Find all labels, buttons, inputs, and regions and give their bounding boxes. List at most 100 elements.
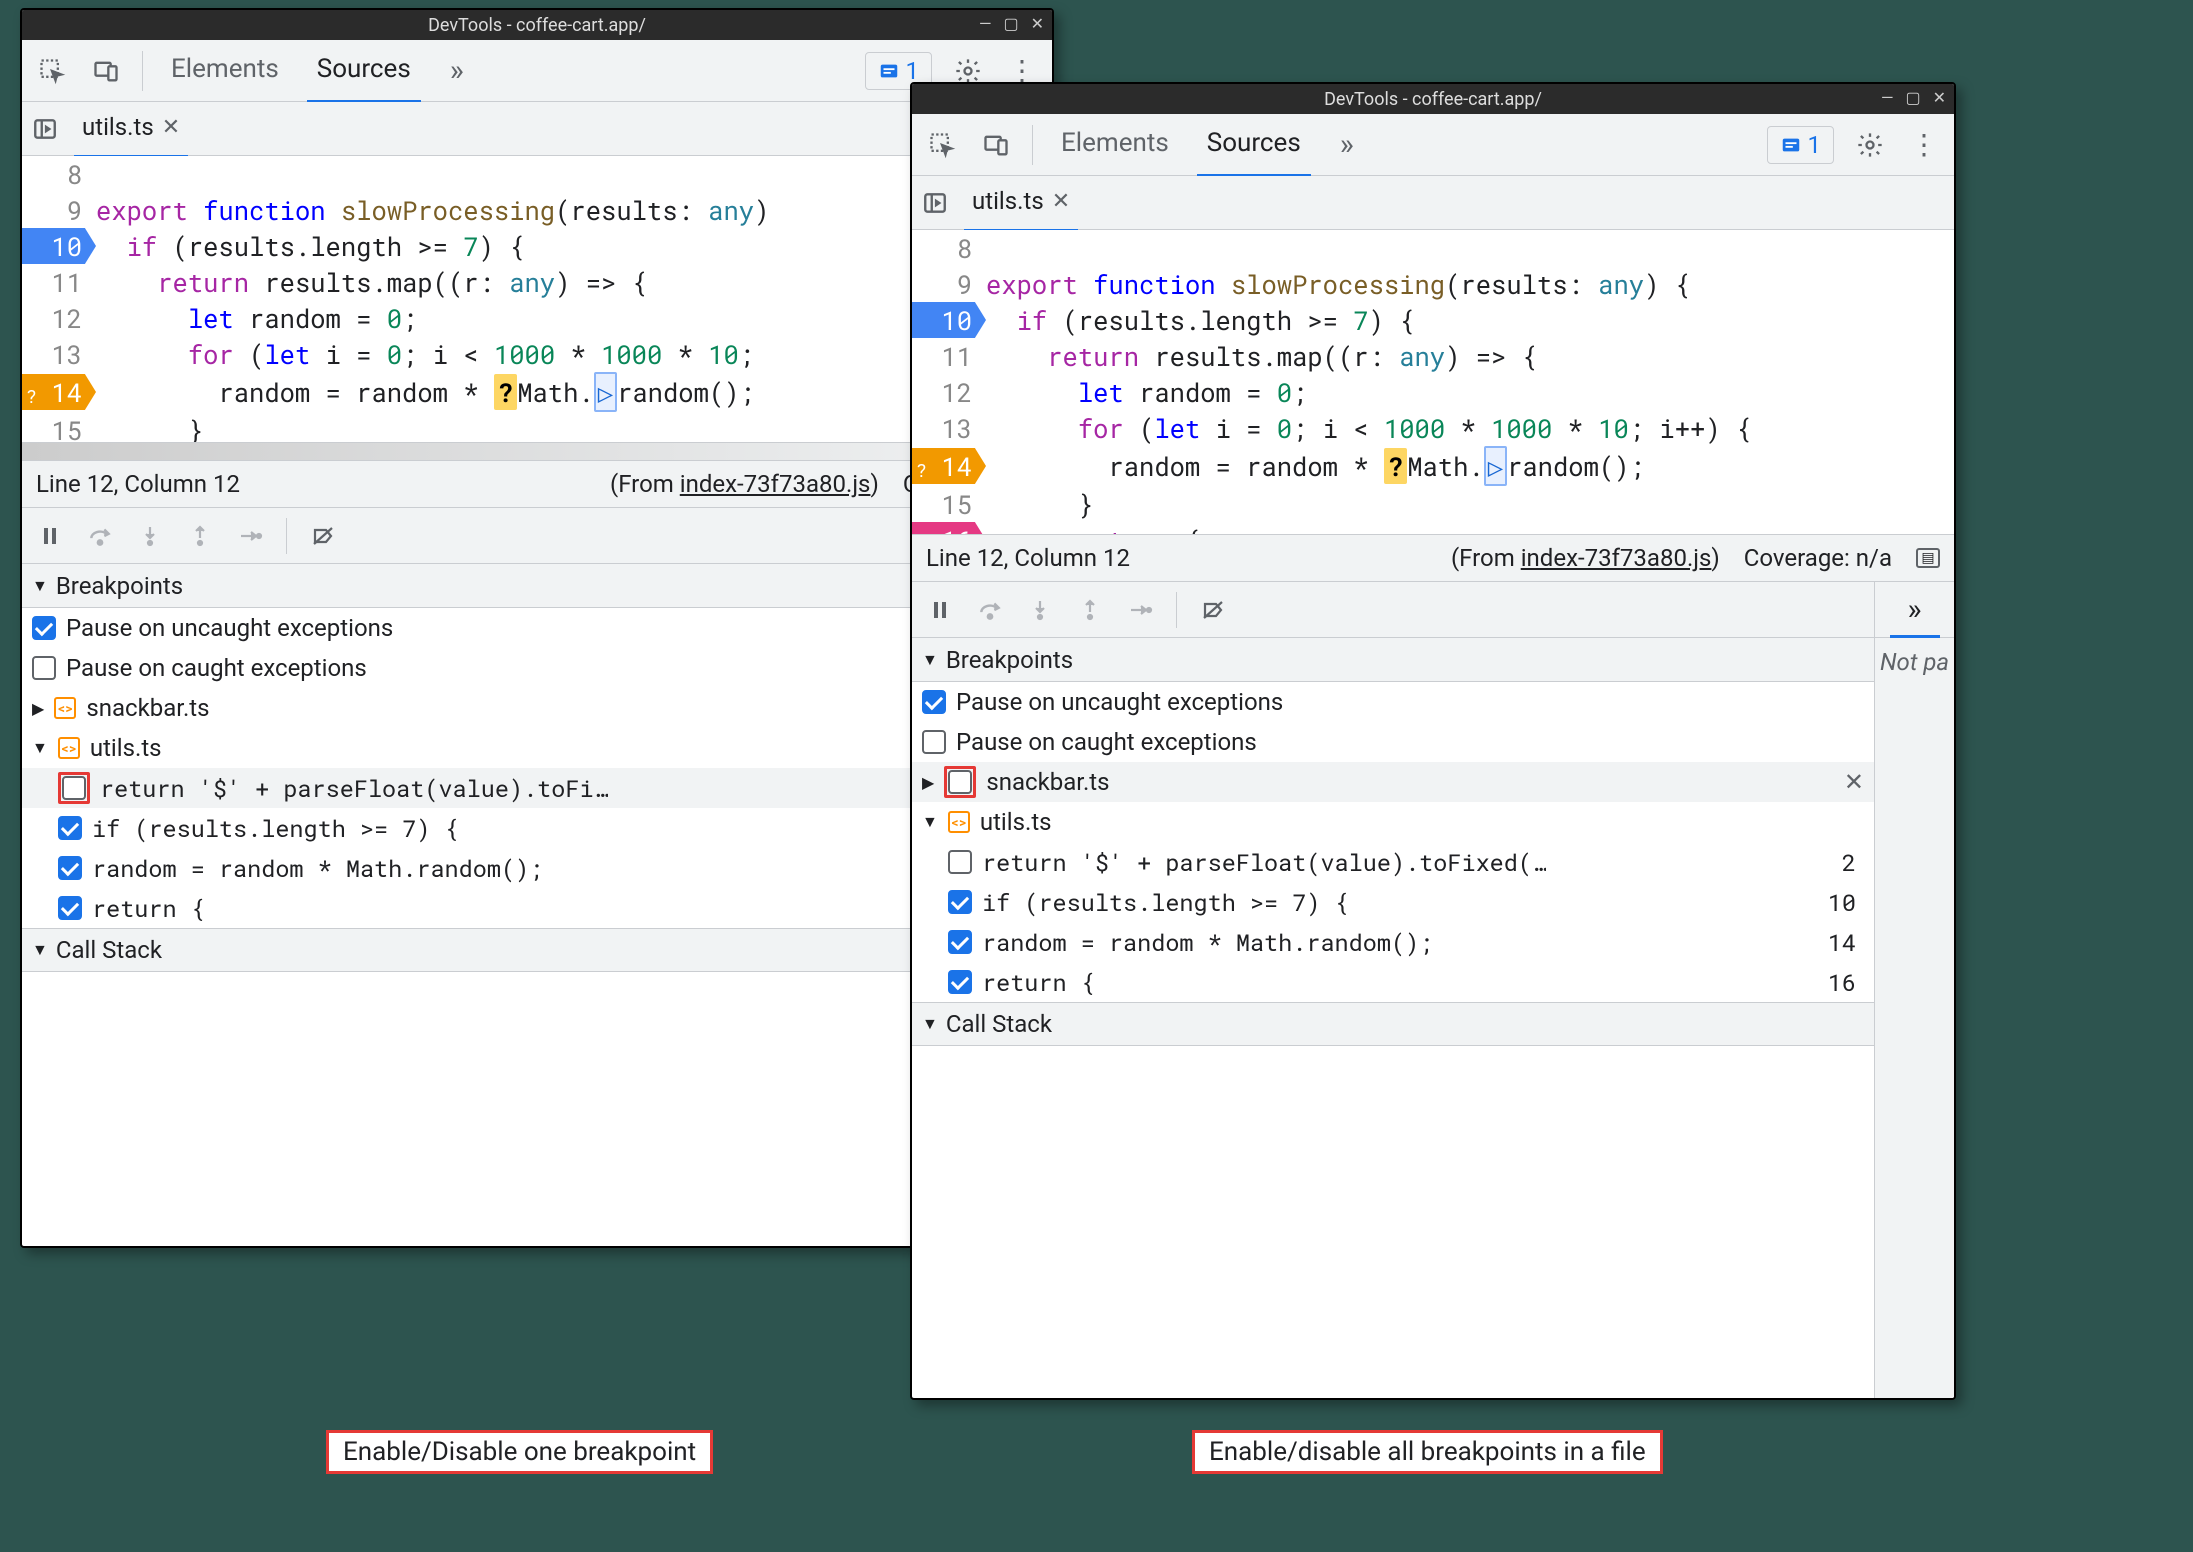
pause-uncaught-label: Pause on uncaught exceptions — [956, 688, 1283, 716]
breakpoint-item[interactable]: if (results.length >= 7) { 10 — [22, 808, 1052, 848]
checkbox[interactable] — [922, 690, 946, 714]
device-toggle-icon[interactable] — [88, 53, 124, 89]
checkbox[interactable] — [948, 770, 972, 794]
inspect-icon[interactable] — [924, 127, 960, 163]
source-map-link[interactable]: index-73f73a80.js — [680, 470, 871, 498]
step-over-icon[interactable] — [976, 596, 1004, 624]
remove-icon[interactable]: ✕ — [1844, 768, 1864, 796]
inline-hint-icon: ? — [1384, 448, 1407, 484]
minimize-icon[interactable]: — — [1881, 88, 1894, 107]
chevron-down-icon: ▼ — [922, 650, 938, 670]
checkbox[interactable] — [948, 850, 972, 874]
pause-caught-row[interactable]: Pause on caught exceptions — [912, 722, 1874, 762]
close-tab-icon[interactable]: ✕ — [1052, 189, 1070, 214]
more-tabs-icon[interactable]: » — [439, 53, 475, 89]
checkbox[interactable] — [58, 856, 82, 880]
breakpoint-item[interactable]: return { 16 — [22, 888, 1052, 928]
step-icon[interactable] — [236, 522, 264, 550]
checkbox[interactable] — [32, 616, 56, 640]
checkbox[interactable] — [922, 730, 946, 754]
breakpoint-file-snackbar[interactable]: ▶ snackbar.ts ✕ — [912, 762, 1874, 802]
from-prefix: (From — [610, 470, 680, 498]
maximize-icon[interactable]: ▢ — [1003, 14, 1018, 33]
breakpoint-item[interactable]: random = random * Math.random(); 14 — [22, 848, 1052, 888]
breakpoint-item[interactable]: if (results.length >= 7) { 10 — [912, 882, 1874, 922]
breakpoint-item[interactable]: return { 16 — [912, 962, 1874, 1002]
file-tab-utils[interactable]: utils.ts ✕ — [964, 173, 1078, 232]
minimize-icon[interactable]: — — [979, 14, 992, 33]
checkbox[interactable] — [58, 816, 82, 840]
inline-bp-icon[interactable]: ▷ — [594, 372, 617, 412]
checkbox[interactable] — [948, 970, 972, 994]
line-number-bp[interactable]: 14 — [941, 449, 972, 483]
tab-elements[interactable]: Elements — [161, 38, 289, 103]
code-token: let — [188, 300, 249, 336]
pause-caught-row[interactable]: Pause on caught exceptions — [22, 648, 1052, 688]
checkbox[interactable] — [58, 896, 82, 920]
tab-sources[interactable]: Sources — [1197, 112, 1311, 177]
step-out-icon[interactable] — [1076, 596, 1104, 624]
source-map-link[interactable]: index-73f73a80.js — [1521, 544, 1712, 572]
kebab-icon[interactable]: ⋮ — [1906, 127, 1942, 163]
line-number-bp[interactable]: 10 — [51, 229, 82, 263]
device-toggle-icon[interactable] — [978, 127, 1014, 163]
tab-sources-label: Sources — [1207, 128, 1301, 158]
step-into-icon[interactable] — [136, 522, 164, 550]
checkbox[interactable] — [948, 930, 972, 954]
breakpoints-header[interactable]: ▼ Breakpoints — [912, 638, 1874, 682]
step-over-icon[interactable] — [86, 522, 114, 550]
caption-left-text: Enable/Disable one breakpoint — [343, 1437, 696, 1467]
step-out-icon[interactable] — [186, 522, 214, 550]
file-tab-utils[interactable]: utils.ts ✕ — [74, 99, 188, 158]
more-tabs-icon[interactable]: » — [1329, 127, 1365, 163]
breakpoint-item[interactable]: return '$' + parseFloat(value).toFixed(…… — [912, 842, 1874, 882]
code-token: Math. — [517, 374, 594, 410]
checkbox[interactable] — [32, 656, 56, 680]
code-editor[interactable]: 8 9export function slowProcessing(result… — [912, 230, 1954, 534]
issues-badge[interactable]: 1 — [1767, 126, 1835, 164]
line-number-bp[interactable]: 10 — [941, 303, 972, 337]
inspect-icon[interactable] — [34, 53, 70, 89]
line-number-bp[interactable]: 16 — [941, 523, 972, 534]
pause-icon[interactable] — [926, 596, 954, 624]
code-token: let — [1154, 410, 1215, 446]
pause-uncaught-row[interactable]: Pause on uncaught exceptions — [912, 682, 1874, 722]
code-editor[interactable]: 8 9export function slowProcessing(result… — [22, 156, 1052, 460]
callstack-header[interactable]: ▼ Call Stack — [22, 928, 1052, 972]
breakpoint-text: return '$' + parseFloat(value).toFi… — [100, 773, 608, 804]
navigator-toggle-icon[interactable] — [32, 116, 58, 142]
settings-icon[interactable] — [1852, 127, 1888, 163]
breakpoint-file-snackbar[interactable]: ▶ <> snackbar.ts — [22, 688, 1052, 728]
coverage-toggle-icon[interactable]: ▤ — [1916, 548, 1940, 568]
toolbar-divider — [142, 51, 143, 91]
step-icon[interactable] — [1126, 596, 1154, 624]
checkbox[interactable] — [948, 890, 972, 914]
deactivate-breakpoints-icon[interactable] — [309, 522, 337, 550]
close-tab-icon[interactable]: ✕ — [162, 115, 180, 140]
tab-elements[interactable]: Elements — [1051, 112, 1179, 177]
pause-icon[interactable] — [36, 522, 64, 550]
breakpoint-text: random = random * Math.random(); — [982, 927, 1433, 958]
breakpoint-file-utils[interactable]: ▼ <> utils.ts — [912, 802, 1874, 842]
line-number-bp[interactable]: 14 — [51, 375, 82, 409]
code-token: (results: — [555, 192, 708, 228]
navigator-toggle-icon[interactable] — [922, 190, 948, 216]
breakpoint-item[interactable]: return '$' + parseFloat(value).toFi… ✎ ✕… — [22, 768, 1052, 808]
breakpoint-item[interactable]: random = random * Math.random(); 14 — [912, 922, 1874, 962]
more-panels-icon[interactable]: » — [1875, 582, 1954, 638]
callstack-header[interactable]: ▼ Call Stack — [912, 1002, 1874, 1046]
close-icon[interactable]: ✕ — [1933, 88, 1946, 107]
code-token: let — [264, 336, 325, 372]
scrollbar[interactable] — [22, 442, 1052, 460]
inline-bp-icon[interactable]: ▷ — [1484, 446, 1507, 486]
tab-sources[interactable]: Sources — [307, 38, 421, 103]
maximize-icon[interactable]: ▢ — [1905, 88, 1920, 107]
pause-uncaught-row[interactable]: Pause on uncaught exceptions — [22, 608, 1052, 648]
breakpoints-header[interactable]: ▼ Breakpoints — [22, 564, 1052, 608]
step-into-icon[interactable] — [1026, 596, 1054, 624]
checkbox[interactable] — [62, 776, 86, 800]
close-icon[interactable]: ✕ — [1031, 14, 1044, 33]
breakpoint-file-utils[interactable]: ▼ <> utils.ts — [22, 728, 1052, 768]
deactivate-breakpoints-icon[interactable] — [1199, 596, 1227, 624]
toolbar-divider — [1176, 592, 1177, 628]
